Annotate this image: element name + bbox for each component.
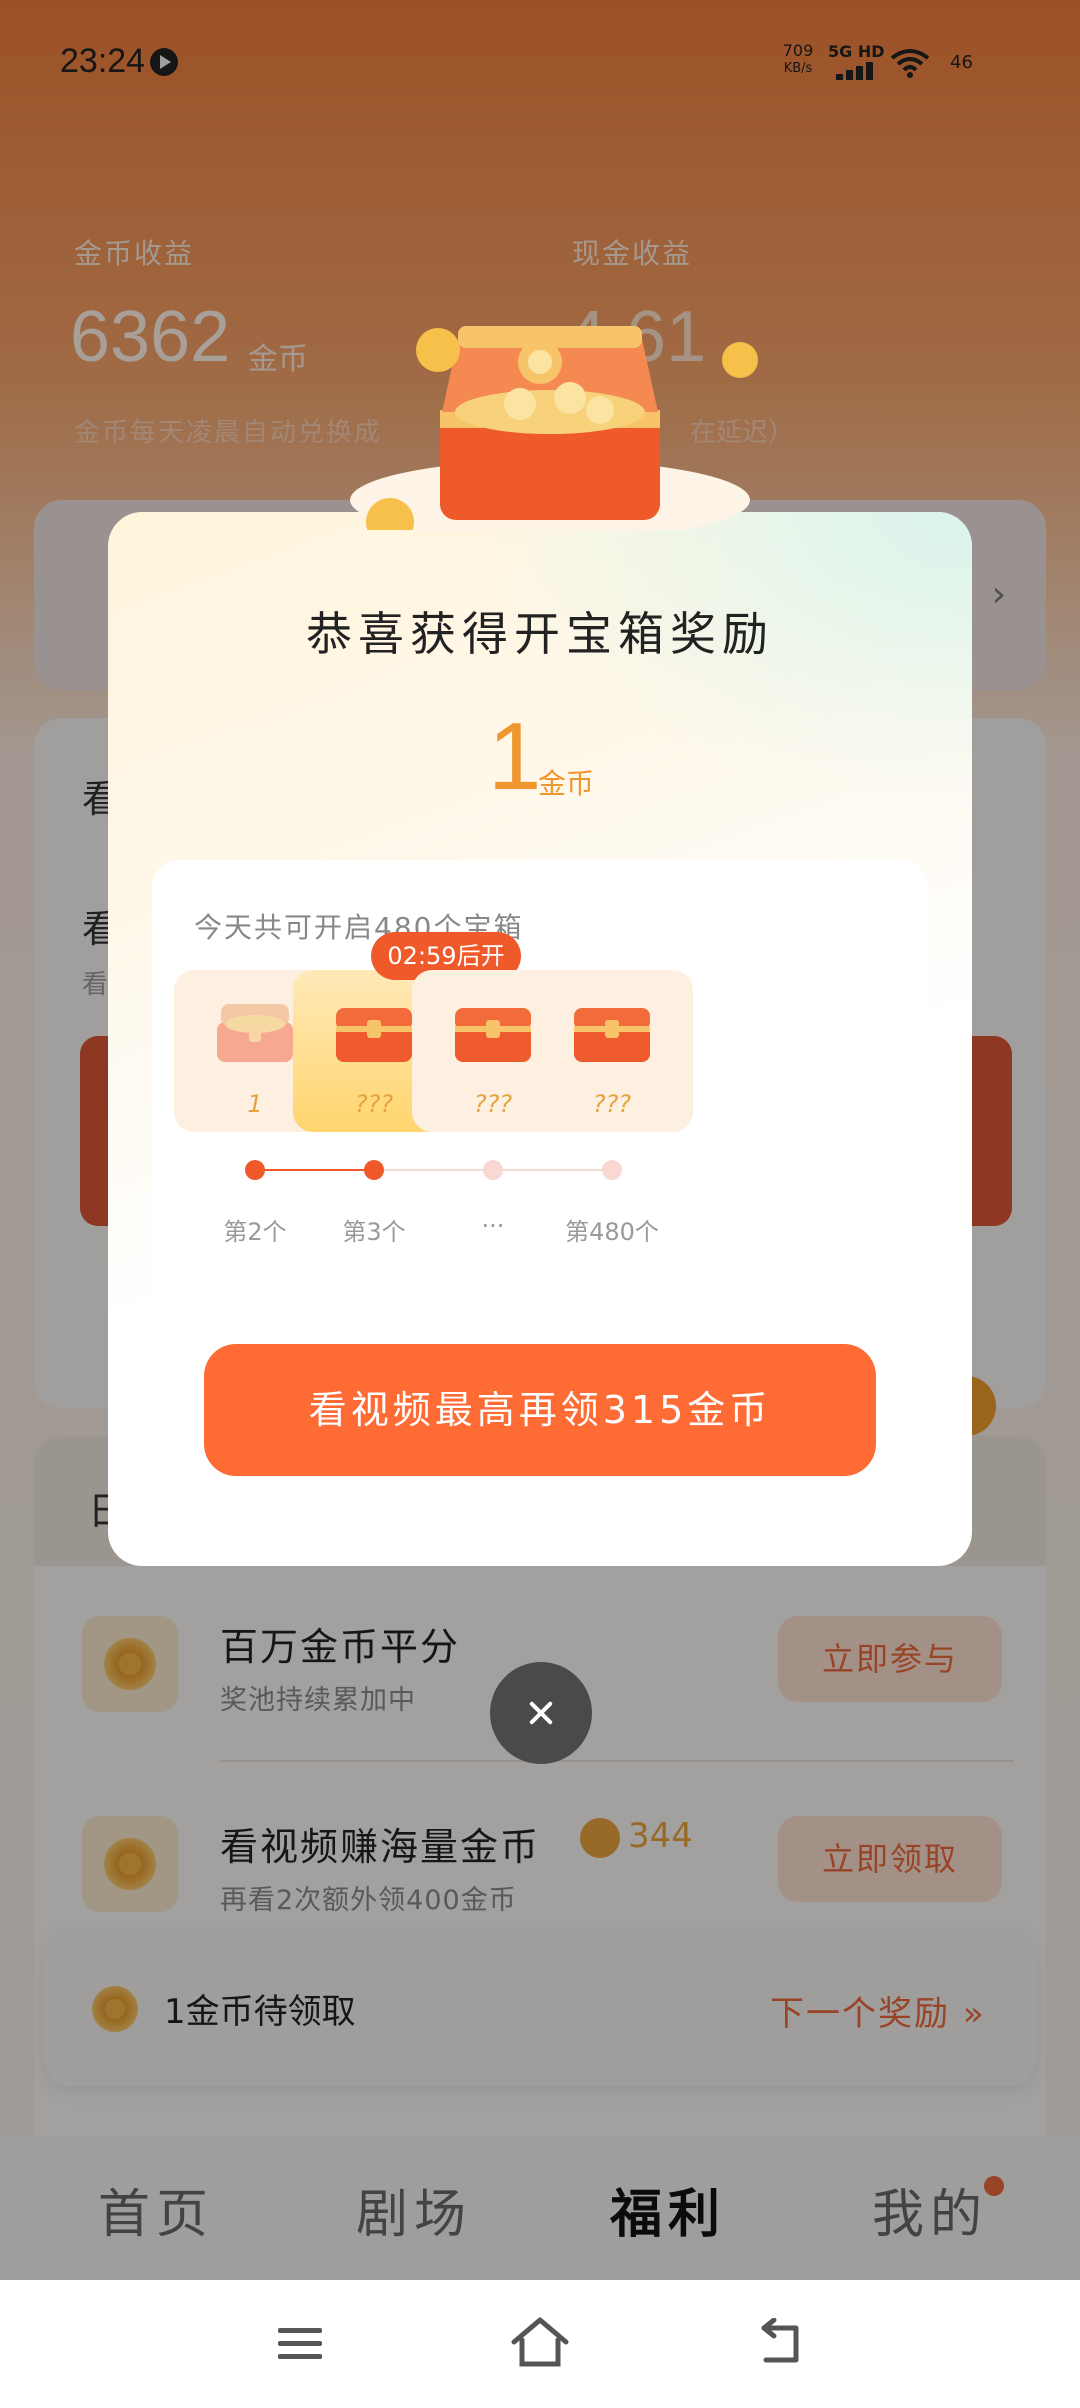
progress-dot-done	[245, 1160, 265, 1180]
progress-dot-pending	[483, 1160, 503, 1180]
progress-label: 第480个	[565, 1218, 659, 1246]
watch-video-bonus-button[interactable]: 看视频最高再领315金币	[204, 1344, 876, 1476]
treasure-box-label: ???	[592, 1090, 632, 1118]
home-icon[interactable]	[510, 2316, 570, 2368]
progress-label-ellipsis: ···	[481, 1212, 505, 1240]
progress-label: 第3个	[342, 1218, 406, 1246]
chest-icon	[455, 1008, 531, 1062]
menu-icon[interactable]	[278, 2328, 322, 2360]
open-chest-icon	[217, 1004, 293, 1062]
back-icon[interactable]	[756, 2318, 806, 2368]
treasure-progress-track	[152, 1160, 928, 1180]
progress-dot-current	[364, 1160, 384, 1180]
progress-label: 第2个	[223, 1218, 287, 1246]
reward-amount: 1	[488, 703, 542, 810]
treasure-chest-illustration	[350, 326, 758, 530]
system-navigation-bar	[0, 2280, 1080, 2408]
chest-icon	[336, 1008, 412, 1062]
treasure-reward-dialog: 恭喜获得开宝箱奖励 1 金币 今天共可开启480个宝箱 1 ??? 02:59后…	[108, 512, 972, 1566]
progress-dot-pending	[602, 1160, 622, 1180]
close-dialog-button[interactable]	[490, 1662, 592, 1764]
chest-icon	[574, 1008, 650, 1062]
treasure-box-locked: ???	[531, 970, 693, 1132]
dialog-title: 恭喜获得开宝箱奖励	[306, 607, 774, 661]
reward-unit: 金币	[538, 767, 595, 800]
